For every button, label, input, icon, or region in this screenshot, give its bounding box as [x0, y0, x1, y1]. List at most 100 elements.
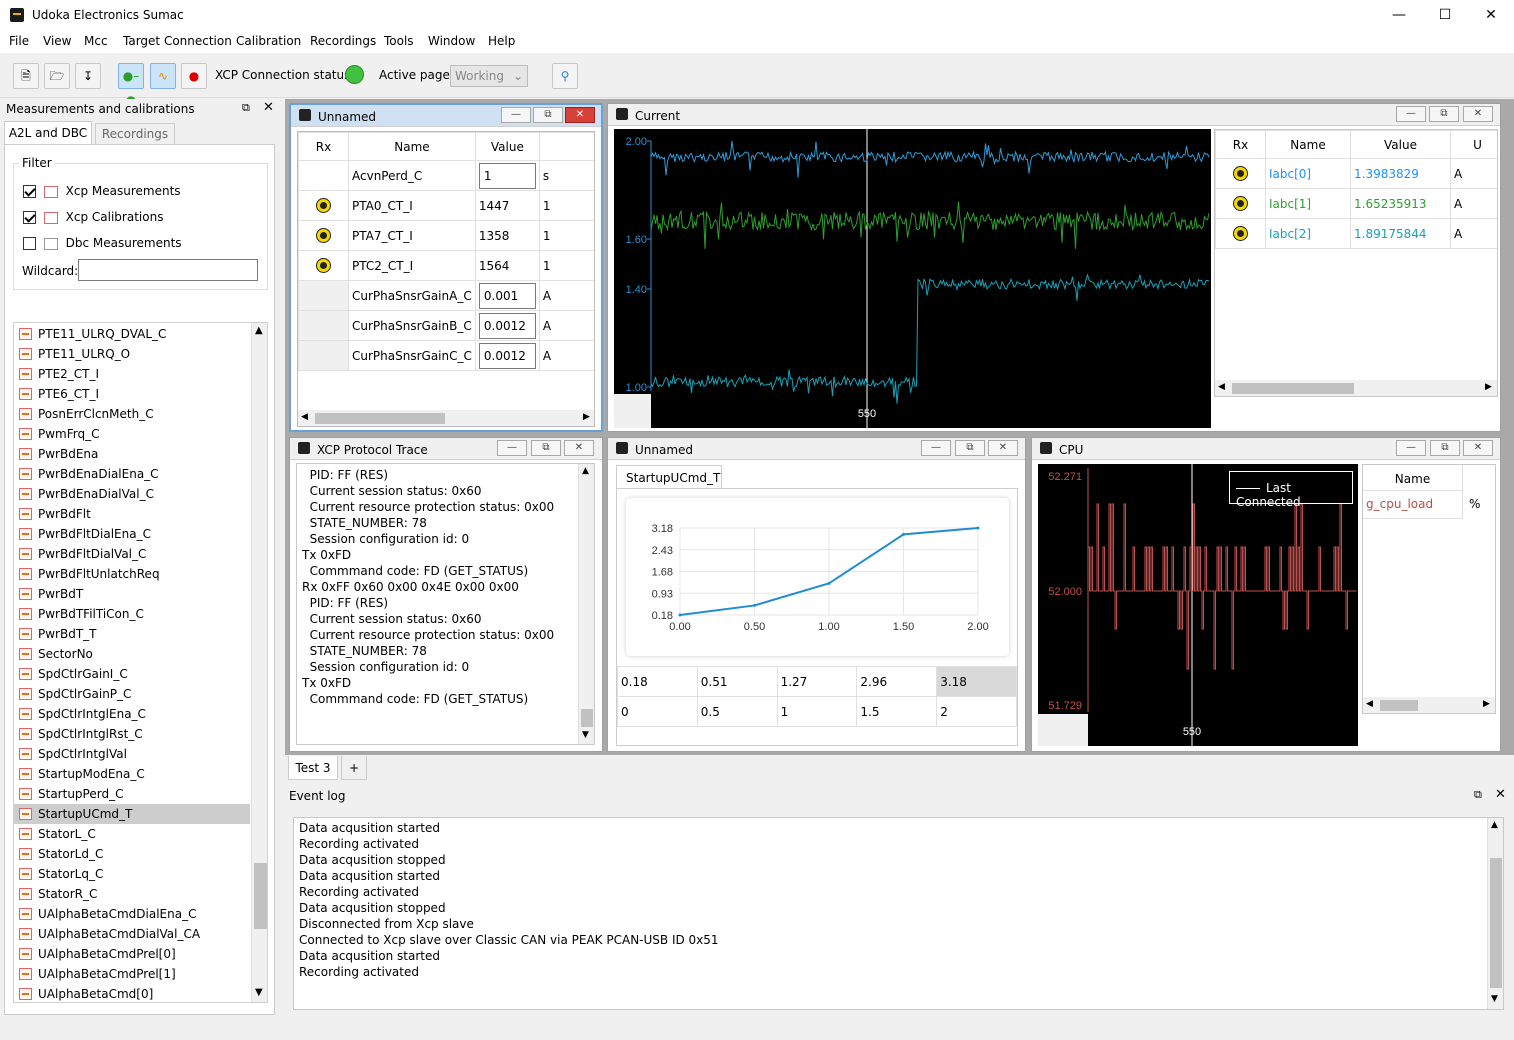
- table-row[interactable]: PTC2_CT_I 1564 1: [298, 250, 594, 281]
- scroll-down-icon[interactable]: ▼: [255, 987, 263, 998]
- close-button[interactable]: ✕: [1468, 0, 1514, 31]
- search-icon[interactable]: ⚲: [552, 63, 578, 89]
- minimize-icon[interactable]: —: [1396, 106, 1426, 122]
- data-point[interactable]: [753, 603, 756, 607]
- table-row[interactable]: CurPhaSnsrGainB_C 0.0012 A: [298, 310, 594, 341]
- col-header-unit[interactable]: U: [1450, 130, 1497, 159]
- list-item[interactable]: PTE2_CT_I: [14, 364, 250, 384]
- h-scrollbar[interactable]: ◀ ▶: [1215, 380, 1497, 396]
- filter-xcp-calibrations[interactable]: Xcp Calibrations: [23, 210, 163, 224]
- restore-icon[interactable]: ⧉: [531, 440, 561, 456]
- event-log-list[interactable]: Data acqusition started Recording activat…: [293, 817, 1504, 1010]
- col-header-rx[interactable]: Rx: [298, 132, 349, 161]
- close-icon[interactable]: ✕: [565, 107, 595, 123]
- checkbox[interactable]: [23, 185, 36, 198]
- minimize-icon[interactable]: —: [921, 440, 951, 456]
- restore-icon[interactable]: ⧉: [1429, 106, 1459, 122]
- list-item[interactable]: PwrBdEnaDialEna_C: [14, 464, 250, 484]
- list-item[interactable]: PwrBdEnaDialVal_C: [14, 484, 250, 504]
- list-item[interactable]: UAlphaBetaCmdDialEna_C: [14, 904, 250, 924]
- scroll-thumb[interactable]: [1380, 700, 1418, 711]
- curve-cell[interactable]: 3.18: [936, 666, 1017, 697]
- close-icon[interactable]: ✕: [564, 440, 594, 456]
- menu-recordings[interactable]: Recordings: [310, 34, 376, 48]
- restore-icon[interactable]: ⧉: [533, 107, 563, 123]
- list-item[interactable]: PwrBdFltDialEna_C: [14, 524, 250, 544]
- list-item[interactable]: StartupUCmd_T: [14, 804, 250, 824]
- menu-tools[interactable]: Tools: [384, 34, 414, 48]
- curve-cell[interactable]: 0.18: [617, 666, 698, 697]
- menu-window[interactable]: Window: [428, 34, 475, 48]
- minimize-icon[interactable]: —: [497, 440, 527, 456]
- value-input[interactable]: 1: [478, 162, 536, 189]
- dock-close-icon[interactable]: ✕: [1495, 787, 1506, 802]
- table-row[interactable]: Iabc[0] 1.3983829 A: [1215, 158, 1497, 189]
- tab-recordings[interactable]: Recordings: [95, 123, 175, 145]
- list-item[interactable]: PTE11_ULRQ_O: [14, 344, 250, 364]
- chart-icon[interactable]: ∿: [150, 63, 176, 89]
- curve-cell[interactable]: 2: [936, 696, 1017, 727]
- col-header-value[interactable]: Value: [474, 132, 540, 161]
- trace-log[interactable]: PID: FF (RES) Current session status: 0x…: [296, 463, 595, 745]
- scroll-up-icon[interactable]: ▲: [1491, 820, 1498, 830]
- list-item[interactable]: PwrBdEna: [14, 444, 250, 464]
- list-item[interactable]: PwrBdT: [14, 584, 250, 604]
- scroll-up-icon[interactable]: ▲: [582, 466, 589, 476]
- checkbox[interactable]: [23, 211, 36, 224]
- cpu-signal-name[interactable]: g_cpu_load: [1363, 491, 1463, 519]
- scroll-thumb[interactable]: [315, 413, 445, 424]
- scroll-thumb[interactable]: [581, 709, 593, 727]
- list-item[interactable]: SpdCtlrIntglEna_C: [14, 704, 250, 724]
- scroll-left-icon[interactable]: ◀: [1218, 382, 1225, 392]
- table-row[interactable]: CurPhaSnsrGainC_C 0.0012 A: [298, 340, 594, 371]
- maximize-button[interactable]: ☐: [1422, 0, 1468, 31]
- scroll-right-icon[interactable]: ▶: [1483, 699, 1490, 709]
- cpu-plot[interactable]: 52.271 52.000 51.729 550 Last Connected: [1038, 464, 1358, 746]
- curve-cell[interactable]: 1: [776, 696, 858, 727]
- data-point[interactable]: [827, 581, 831, 585]
- scroll-right-icon[interactable]: ▶: [583, 412, 590, 422]
- data-point[interactable]: [902, 532, 905, 536]
- col-header-rx[interactable]: Rx: [1215, 130, 1266, 159]
- list-item[interactable]: StatorLd_C: [14, 844, 250, 864]
- col-header-name[interactable]: Name: [1265, 130, 1351, 159]
- tab-a2l-dbc[interactable]: A2L and DBC: [4, 121, 92, 145]
- list-item[interactable]: SpdCtlrGainP_C: [14, 684, 250, 704]
- tab-startupucmd[interactable]: StartupUCmd_T: [616, 465, 722, 489]
- list-item[interactable]: UAlphaBetaCmdPrel[1]: [14, 964, 250, 984]
- curve-cell[interactable]: 2.96: [856, 666, 938, 697]
- list-item[interactable]: PosnErrClcnMeth_C: [14, 404, 250, 424]
- menu-target-connection[interactable]: Target Connection: [123, 34, 232, 48]
- list-item[interactable]: StartupModEna_C: [14, 764, 250, 784]
- close-icon[interactable]: ✕: [988, 440, 1018, 456]
- wildcard-input[interactable]: [78, 259, 258, 281]
- menu-calibration[interactable]: Calibration: [236, 34, 301, 48]
- list-item[interactable]: UAlphaBetaCmd[0]: [14, 984, 250, 1002]
- connect-icon[interactable]: ●–●: [118, 63, 144, 107]
- list-item[interactable]: SpdCtlrIntglRst_C: [14, 724, 250, 744]
- menu-mcc[interactable]: Mcc: [84, 34, 108, 48]
- value-cell[interactable]: 1: [474, 160, 540, 191]
- list-item[interactable]: PTE11_ULRQ_DVAL_C: [14, 324, 250, 344]
- curve-chart[interactable]: 3.18 2.43 1.68 0.93 0.18 0.00 0.50 1.00 1.50 2.00: [626, 498, 1009, 656]
- scroll-down-icon[interactable]: ▼: [582, 730, 589, 740]
- log-scrollbar[interactable]: ▲ ▼: [1487, 818, 1503, 1009]
- list-item[interactable]: PwrBdFltDialVal_C: [14, 544, 250, 564]
- list-item[interactable]: PTE6_CT_I: [14, 384, 250, 404]
- list-item[interactable]: StatorR_C: [14, 884, 250, 904]
- list-item[interactable]: SpdCtlrGainI_C: [14, 664, 250, 684]
- list-item[interactable]: SpdCtlrIntglVal: [14, 744, 250, 764]
- value-cell[interactable]: 0.0012: [474, 340, 540, 371]
- menu-file[interactable]: File: [9, 34, 29, 48]
- open-folder-icon[interactable]: 🗁: [44, 63, 70, 89]
- list-item[interactable]: StatorLq_C: [14, 864, 250, 884]
- list-item[interactable]: PwrBdFltUnlatchReq: [14, 564, 250, 584]
- download-icon[interactable]: ↧: [75, 63, 101, 89]
- data-point[interactable]: [976, 526, 980, 530]
- data-point[interactable]: [678, 613, 682, 617]
- table-row[interactable]: Iabc[1] 1.65235913 A: [1215, 188, 1497, 219]
- signal-name[interactable]: Iabc[0]: [1265, 158, 1351, 189]
- filter-xcp-measurements[interactable]: Xcp Measurements: [23, 184, 181, 198]
- table-row[interactable]: CurPhaSnsrGainA_C 0.001 A: [298, 280, 594, 311]
- scroll-thumb[interactable]: [1490, 858, 1502, 988]
